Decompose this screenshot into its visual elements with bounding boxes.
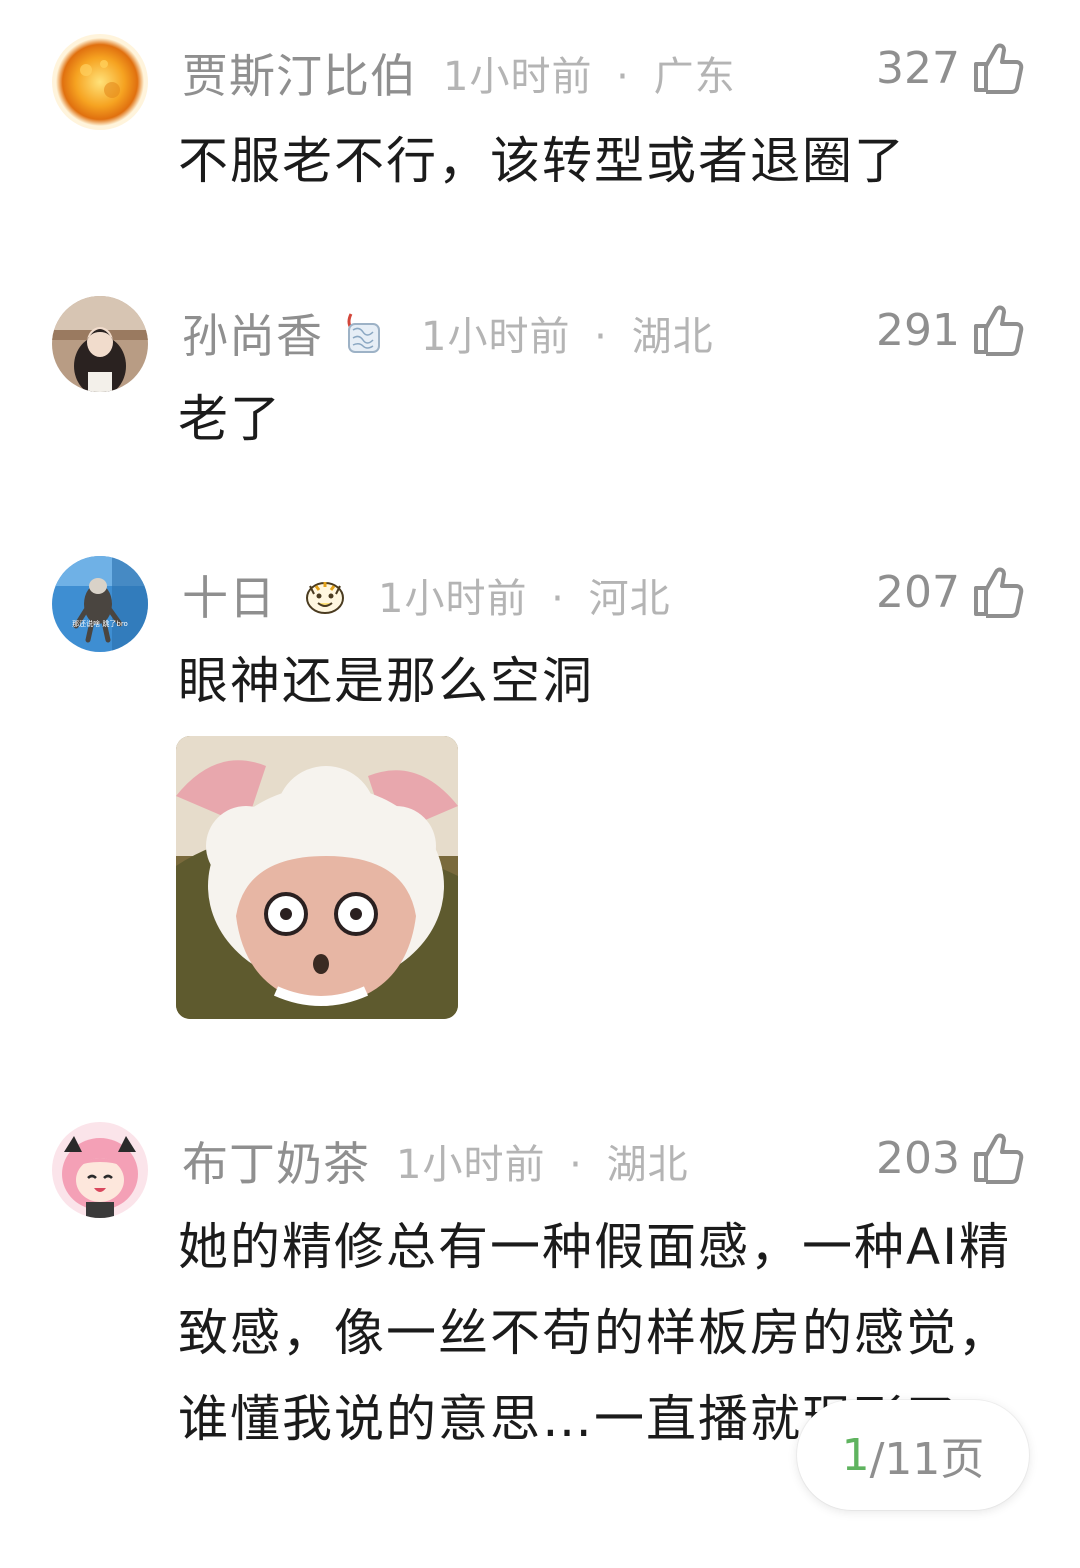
comment-meta: 十日 1小时前 · 河北	[182, 560, 671, 630]
like-button[interactable]: 207	[876, 562, 1026, 622]
location: 湖北	[631, 314, 714, 360]
user-avatar[interactable]	[52, 34, 148, 130]
comment-item: 贾斯汀比伯 1小时前 · 广东 327 不服老不行，该转型或者退圈了	[0, 0, 1080, 250]
separator-dot: ·	[616, 54, 630, 100]
comment-meta: 贾斯汀比伯 1小时前 · 广东	[182, 38, 736, 108]
tiger-badge-icon	[306, 582, 344, 614]
sun-avatar-icon	[52, 34, 148, 130]
time-location: 1小时前 · 广东	[443, 44, 736, 102]
like-count: 203	[876, 1132, 960, 1184]
like-count: 291	[876, 304, 960, 356]
thumbs-up-icon	[974, 1133, 1024, 1184]
like-count: 207	[876, 566, 960, 618]
location: 湖北	[606, 1142, 689, 1188]
girl-photo-avatar-icon	[52, 296, 148, 392]
post-time: 1小时前	[378, 576, 528, 622]
comment-text: 老了	[178, 390, 282, 448]
thumbs-up-icon	[974, 305, 1024, 356]
username[interactable]: 十日	[182, 562, 276, 628]
thumbs-up-icon	[974, 567, 1024, 618]
like-button[interactable]: 203	[876, 1128, 1026, 1188]
sheep-sticker-image	[176, 736, 458, 1019]
time-location: 1小时前 · 河北	[378, 566, 671, 624]
page-current: 1	[841, 1429, 870, 1481]
comment-text: 眼神还是那么空洞	[178, 652, 594, 710]
ornament-badge-icon	[347, 313, 380, 353]
separator-dot: ·	[551, 576, 565, 622]
username[interactable]: 贾斯汀比伯	[182, 40, 417, 106]
separator-dot: ·	[594, 314, 608, 360]
time-location: 1小时前 · 湖北	[421, 304, 714, 362]
like-button[interactable]: 291	[876, 300, 1026, 360]
page-indicator[interactable]: 1 /11页	[797, 1400, 1029, 1510]
separator-dot: ·	[569, 1142, 583, 1188]
post-time: 1小时前	[396, 1142, 546, 1188]
time-location: 1小时前 · 湖北	[396, 1132, 689, 1190]
comment-text: 不服老不行，该转型或者退圈了	[178, 132, 906, 190]
location: 广东	[653, 54, 736, 100]
avatar-caption: 那还说啥 跳了bro	[72, 619, 128, 628]
user-avatar[interactable]	[52, 1122, 148, 1218]
anime-girl-avatar-icon	[52, 1122, 148, 1218]
comment-meta: 布丁奶茶 1小时前 · 湖北	[182, 1126, 689, 1196]
shocked-sheep-sticker[interactable]	[176, 736, 458, 1019]
like-count: 327	[876, 42, 960, 94]
username[interactable]: 孙尚香	[182, 300, 323, 366]
thumbs-up-icon	[974, 43, 1024, 94]
user-avatar[interactable]: 那还说啥 跳了bro	[52, 556, 148, 652]
page-total: /11页	[869, 1434, 985, 1485]
post-time: 1小时前	[421, 314, 571, 360]
like-button[interactable]: 327	[876, 38, 1026, 98]
username[interactable]: 布丁奶茶	[182, 1128, 370, 1194]
location: 河北	[588, 576, 671, 622]
opossum-avatar-icon: 那还说啥 跳了bro	[52, 556, 148, 652]
post-time: 1小时前	[443, 54, 593, 100]
comment-meta: 孙尚香 1小时前 · 湖北	[182, 298, 714, 368]
user-avatar[interactable]	[52, 296, 148, 392]
